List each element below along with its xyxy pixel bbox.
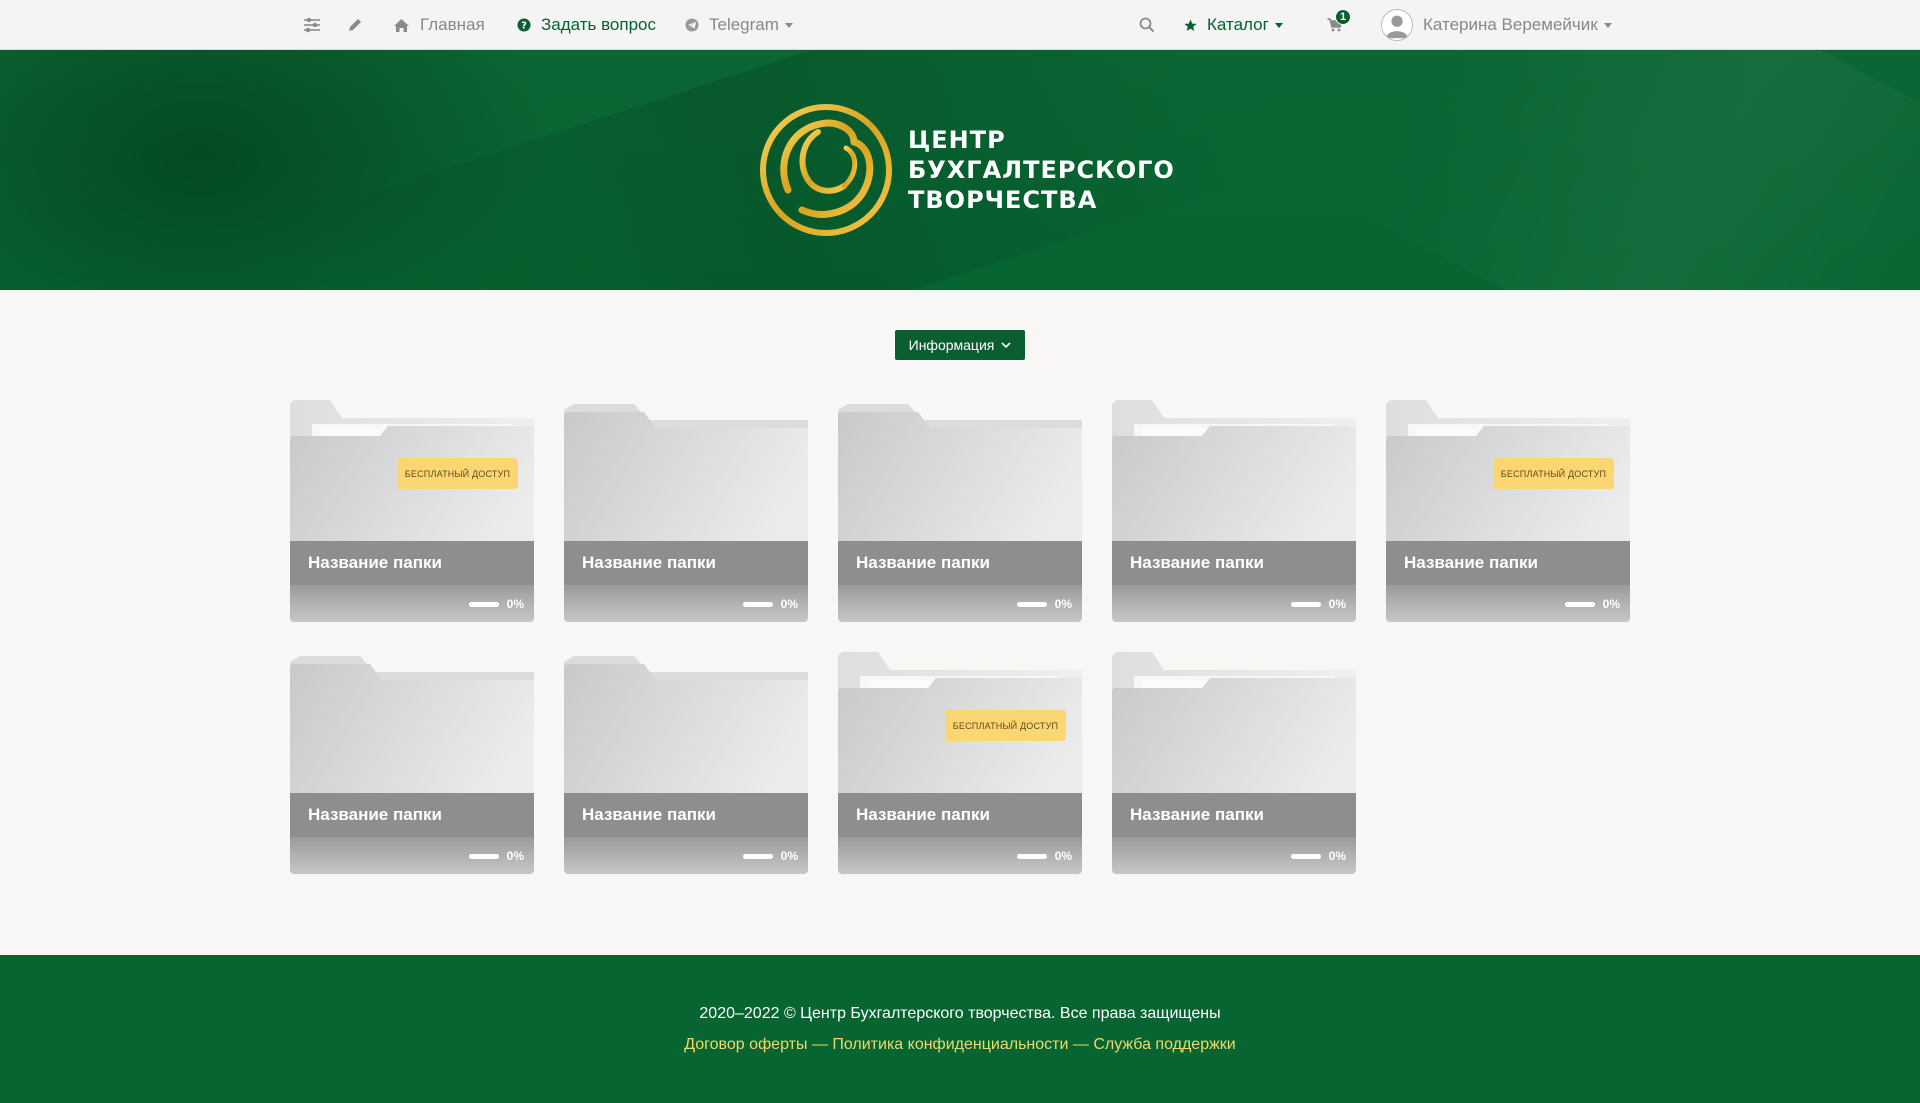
folder-progress-bar: 0%: [290, 837, 534, 874]
cart-button[interactable]: 1: [1327, 0, 1353, 50]
progress-track: [1291, 854, 1321, 859]
folder-card[interactable]: БЕСПЛАТНЫЙ ДОСТУП Название папки 0%: [1386, 400, 1630, 622]
top-navbar: Главная ? Задать вопрос Telegram Каталог…: [0, 0, 1920, 50]
logo-emblem-icon: [760, 104, 892, 236]
user-menu-dropdown[interactable]: Катерина Веремейчик: [1381, 0, 1612, 50]
search-icon: [1139, 17, 1155, 33]
progress-track: [469, 854, 499, 859]
folder-title: Название папки: [564, 541, 808, 585]
folder-card[interactable]: БЕСПЛАТНЫЙ ДОСТУП Название папки 0%: [838, 652, 1082, 874]
search-button[interactable]: [1139, 0, 1165, 50]
nav-ask-question[interactable]: ? Задать вопрос: [517, 0, 656, 50]
user-avatar-icon: [1381, 9, 1413, 41]
footer-separator: —: [1072, 1036, 1089, 1053]
edit-button[interactable]: [347, 0, 373, 50]
chevron-down-icon: [784, 22, 793, 28]
hero-banner: ЦЕНТР БУХГАЛТЕРСКОГО ТВОРЧЕСТВА: [0, 50, 1920, 290]
settings-button[interactable]: [303, 0, 331, 50]
privacy-link[interactable]: Политика конфиденциальности: [832, 1036, 1068, 1053]
folder-title: Название папки: [1112, 793, 1356, 837]
offer-link[interactable]: Договор оферты: [684, 1036, 807, 1053]
folder-title: Название папки: [838, 541, 1082, 585]
folder-card[interactable]: Название папки 0%: [838, 400, 1082, 622]
folder-card[interactable]: Название папки 0%: [1112, 400, 1356, 622]
sliders-icon: [303, 17, 321, 33]
progress-percent: 0%: [780, 597, 798, 611]
nav-catalog-label: Каталог: [1207, 15, 1269, 34]
chevron-down-icon: [1603, 22, 1612, 28]
folder-card[interactable]: Название папки 0%: [564, 400, 808, 622]
nav-home[interactable]: Главная: [393, 0, 485, 50]
progress-track: [469, 602, 499, 607]
footer-links: Договор оферты — Политика конфиденциальн…: [0, 1036, 1920, 1054]
folder-progress-bar: 0%: [1386, 585, 1630, 622]
progress-percent: 0%: [1602, 597, 1620, 611]
folder-card[interactable]: БЕСПЛАТНЫЙ ДОСТУП Название папки 0%: [290, 400, 534, 622]
cart-count-badge: 1: [1335, 9, 1351, 25]
pencil-icon: [347, 17, 363, 33]
folder-title: Название папки: [1386, 541, 1630, 585]
user-name: Катерина Веремейчик: [1423, 15, 1598, 34]
nav-catalog-dropdown[interactable]: Каталог: [1184, 0, 1283, 50]
footer-separator: —: [811, 1036, 828, 1053]
question-circle-icon: ?: [517, 18, 531, 32]
folder-progress-bar: 0%: [838, 837, 1082, 874]
support-link[interactable]: Служба поддержки: [1093, 1036, 1235, 1053]
cart-icon: 1: [1327, 9, 1351, 32]
progress-percent: 0%: [506, 597, 524, 611]
folder-title: Название папки: [1112, 541, 1356, 585]
folder-title: Название папки: [290, 541, 534, 585]
progress-track: [1017, 602, 1047, 607]
progress-percent: 0%: [1328, 597, 1346, 611]
folder-progress-bar: 0%: [564, 585, 808, 622]
progress-percent: 0%: [1328, 849, 1346, 863]
chevron-down-icon: [1274, 22, 1283, 28]
logo-line-3: ТВОРЧЕСТВА: [908, 186, 1098, 214]
nav-telegram-label: Telegram: [709, 15, 779, 34]
progress-track: [1565, 602, 1595, 607]
nav-telegram-dropdown[interactable]: Telegram: [685, 0, 793, 50]
free-access-badge: БЕСПЛАТНЫЙ ДОСТУП: [1493, 458, 1614, 489]
svg-text:?: ?: [521, 21, 527, 32]
logo-line-2: БУХГАЛТЕРСКОГО: [908, 156, 1175, 184]
logo-text: ЦЕНТР БУХГАЛТЕРСКОГО ТВОРЧЕСТВА: [908, 125, 1175, 215]
folder-title: Название папки: [838, 793, 1082, 837]
folder-card[interactable]: Название папки 0%: [1112, 652, 1356, 874]
folder-progress-bar: 0%: [290, 585, 534, 622]
progress-track: [743, 602, 773, 607]
progress-track: [1291, 602, 1321, 607]
progress-track: [743, 854, 773, 859]
nav-ask-label: Задать вопрос: [541, 15, 656, 34]
progress-percent: 0%: [506, 849, 524, 863]
free-access-badge: БЕСПЛАТНЫЙ ДОСТУП: [397, 458, 518, 489]
folder-card[interactable]: Название папки 0%: [564, 652, 808, 874]
folder-progress-bar: 0%: [564, 837, 808, 874]
progress-percent: 0%: [1054, 849, 1072, 863]
chevron-down-icon: [1001, 341, 1011, 348]
information-dropdown-button[interactable]: Информация: [895, 330, 1025, 360]
star-icon: [1184, 19, 1197, 32]
progress-track: [1017, 854, 1047, 859]
logo-line-1: ЦЕНТР: [908, 126, 1006, 154]
home-icon: [393, 18, 410, 33]
progress-percent: 0%: [1054, 597, 1072, 611]
free-access-badge: БЕСПЛАТНЫЙ ДОСТУП: [945, 710, 1066, 741]
site-logo[interactable]: ЦЕНТР БУХГАЛТЕРСКОГО ТВОРЧЕСТВА: [758, 102, 1175, 238]
footer: 2020–2022 © Центр Бухгалтерского творчес…: [0, 955, 1920, 1103]
telegram-icon: [685, 18, 699, 32]
folder-title: Название папки: [290, 793, 534, 837]
progress-percent: 0%: [780, 849, 798, 863]
folder-title: Название папки: [564, 793, 808, 837]
nav-home-label: Главная: [420, 15, 485, 34]
folder-card[interactable]: Название папки 0%: [290, 652, 534, 874]
information-label: Информация: [908, 337, 995, 353]
footer-copyright: 2020–2022 © Центр Бухгалтерского творчес…: [699, 1005, 1221, 1022]
folder-progress-bar: 0%: [1112, 837, 1356, 874]
folder-progress-bar: 0%: [1112, 585, 1356, 622]
folder-progress-bar: 0%: [838, 585, 1082, 622]
